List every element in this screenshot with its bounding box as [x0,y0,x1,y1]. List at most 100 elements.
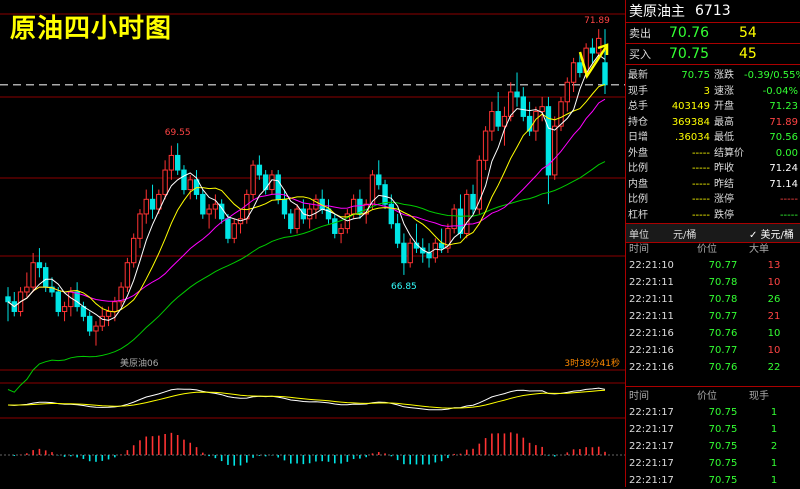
trade-price: 70.77 [708,345,738,356]
candle-body [288,213,294,230]
candle-body [162,169,168,195]
quote-value: 70.56 [769,132,798,143]
candle-body [275,174,281,200]
trade-qty: 21 [767,311,781,322]
quote-label: 涨跌 [714,70,734,81]
trade-price: 70.75 [708,407,738,418]
low-price-label: 66.85 [391,282,417,292]
quote-header: 美原油主 6713 [626,0,800,23]
kline-chart[interactable]: 69.55 66.85 71.89 美原油06 3时38分41秒 原油四小时图 [0,0,625,487]
ticks-list: 22:21:17 70.75 1 22:21:17 70.75 1 22:21:17 70.7… [626,404,800,489]
candle-body [149,198,156,210]
candle-body [187,179,193,191]
candle-body [231,223,237,239]
candle-body [174,154,181,171]
ma-line-long [7,161,606,393]
candle-body [570,62,577,83]
quote-label: 速涨 [714,85,734,97]
trade-price: 70.78 [708,277,738,288]
trade-row: 22:21:11 70.78 26 [626,291,800,308]
quote-value: 70.75 [681,70,710,81]
quote-value: ----- [691,178,710,190]
candle-body [36,262,43,269]
candle-body [382,184,388,205]
quote-label: 昨收 [714,163,734,174]
trade-time: 22:21:17 [629,407,674,418]
trade-time: 22:21:17 [629,475,674,486]
ma-line-20 [7,98,606,308]
quote-value: ----- [691,163,710,174]
chart-instrument-label: 美原油06 [120,357,159,369]
ask-label: 卖出 [629,27,651,40]
unit-bar: 单位 元/桶 ✓ 美元/桶 [626,223,800,243]
trade-price: 70.75 [708,458,738,469]
quote-fields: 最新 70.75 涨跌 -0.39/0.55% 现手 3 速涨 -0.04% 总手 403149 开… [626,65,800,223]
quote-value: .36034 [675,132,710,143]
candle-body [495,111,501,127]
candle-body [482,130,489,161]
unit-label: 单位 [629,229,649,241]
quote-value: ----- [691,147,710,159]
trade-qty: 1 [770,407,778,418]
candle-body [306,208,313,220]
quote-value: -0.04% [762,85,798,97]
unit-yuan[interactable]: 元/桶 [673,226,749,241]
column-header: 价位 [697,391,717,402]
instrument-name: 美原油主 [629,4,685,20]
candle-body [105,310,112,317]
quote-value: ----- [691,209,710,221]
trade-qty: 10 [767,328,781,339]
candle-body [93,325,99,332]
candle-body [552,125,558,176]
bid-price: 70.75 [669,46,710,62]
candle-body [225,218,231,239]
quote-label: 日增 [628,132,648,143]
big-trades-list: 22:21:10 70.77 13 22:21:11 70.78 10 22:21:11 70… [626,257,800,376]
candle-body [250,164,256,195]
trade-price: 70.75 [708,424,738,435]
countdown-label: 3时38分41秒 [564,357,620,369]
candle-body [30,262,36,288]
candle-body [438,242,445,249]
bid-row[interactable]: 买入 70.75 45 [626,44,800,65]
quote-value: 403149 [671,101,710,112]
candle-body [24,286,30,293]
ask-volume: 54 [739,25,757,41]
trade-row: 22:21:17 70.75 1 [626,472,800,489]
candle-body [206,208,212,215]
candle-body [294,208,300,230]
candle-body [332,218,338,234]
trade-time: 22:21:11 [629,277,674,288]
ask-price: 70.76 [669,25,710,41]
ask-row[interactable]: 卖出 70.76 54 [626,23,800,44]
column-header: 时间 [629,391,649,402]
candle-body [112,301,118,312]
column-header: 价位 [697,244,717,255]
quote-value: 0.00 [775,147,798,159]
quote-label: 内盘 [628,178,648,190]
trade-row: 22:21:17 70.75 1 [626,455,800,472]
trade-time: 22:21:16 [629,345,674,356]
candle-body [212,203,219,210]
quote-value: ----- [779,194,798,205]
quote-value: 3 [703,85,710,97]
candle-body [508,91,514,117]
trade-time: 22:21:17 [629,458,674,469]
trade-qty: 10 [767,277,781,288]
bid-label: 买入 [629,48,651,61]
candle-body [401,242,407,264]
trade-row: 22:21:17 70.75 2 [626,438,800,455]
quote-value: 71.23 [769,101,798,112]
candle-body [137,213,143,239]
quote-label: 最低 [714,132,734,143]
trade-time: 22:21:16 [629,362,674,373]
unit-usd[interactable]: ✓ 美元/桶 [749,226,794,241]
candle-body [470,193,476,210]
peak-price-label: 71.89 [584,16,610,26]
trade-row: 22:21:16 70.76 10 [626,325,800,342]
trade-row: 22:21:17 70.75 1 [626,421,800,438]
candle-body [577,62,583,74]
candle-body [256,164,263,176]
quote-label: 现手 [628,85,648,97]
candle-body [407,242,413,264]
